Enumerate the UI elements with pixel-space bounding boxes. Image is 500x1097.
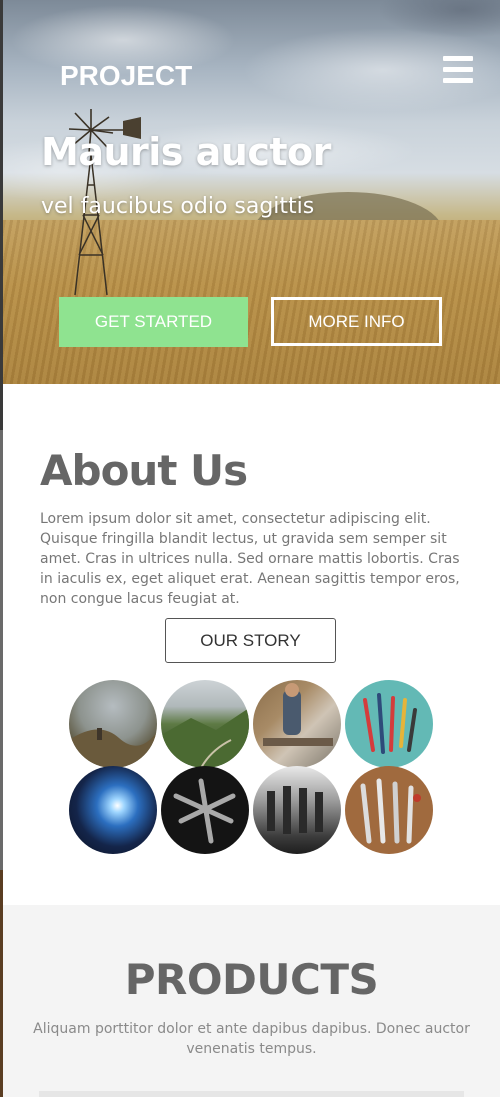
menu-bar [443, 56, 473, 61]
gallery-photo-knives[interactable] [345, 766, 433, 854]
gallery-photo-welding[interactable] [69, 766, 157, 854]
gallery-photo-green-valley[interactable] [161, 680, 249, 768]
menu-bar [443, 67, 473, 72]
foggy-hill-art [69, 728, 157, 768]
gallery-photo-workshop[interactable] [253, 680, 341, 768]
get-started-button[interactable]: GET STARTED [59, 297, 248, 347]
green-valley-art [161, 708, 249, 768]
about-text: Lorem ipsum dolor sit amet, consectetur … [40, 511, 460, 607]
gallery-photo-foggy-hill[interactable] [69, 680, 157, 768]
gallery-grid [69, 680, 437, 854]
menu-bar [443, 78, 473, 83]
hamburger-menu-icon[interactable] [443, 56, 473, 83]
knives-art [360, 778, 421, 844]
hero-title: Mauris auctor [41, 130, 331, 174]
gallery-photo-tools-teal[interactable] [345, 680, 433, 768]
about-title: About Us [40, 446, 248, 495]
products-title: PRODUCTS [124, 955, 379, 1004]
more-info-button[interactable]: MORE INFO [271, 297, 442, 346]
gallery-photo-pliers[interactable] [161, 766, 249, 854]
pliers-art [173, 778, 236, 844]
machinery-art [267, 786, 323, 834]
brand-logo[interactable]: PROJECT [60, 60, 192, 92]
products-card-top [39, 1091, 464, 1097]
products-text: Aliquam porttitor dolor et ante dapibus … [33, 1021, 470, 1057]
gallery-photo-machinery[interactable] [253, 766, 341, 854]
products-section: PRODUCTS Aliquam porttitor dolor et ante… [3, 905, 500, 1097]
hero-subtitle: vel faucibus odio sagittis [41, 194, 315, 219]
tools-teal-art [363, 693, 417, 754]
workshop-art [263, 683, 333, 746]
our-story-button[interactable]: OUR STORY [165, 618, 336, 663]
page: PROJECT Mauris auctor vel faucibus odio … [3, 0, 500, 1097]
hero-section: PROJECT Mauris auctor vel faucibus odio … [3, 0, 500, 384]
